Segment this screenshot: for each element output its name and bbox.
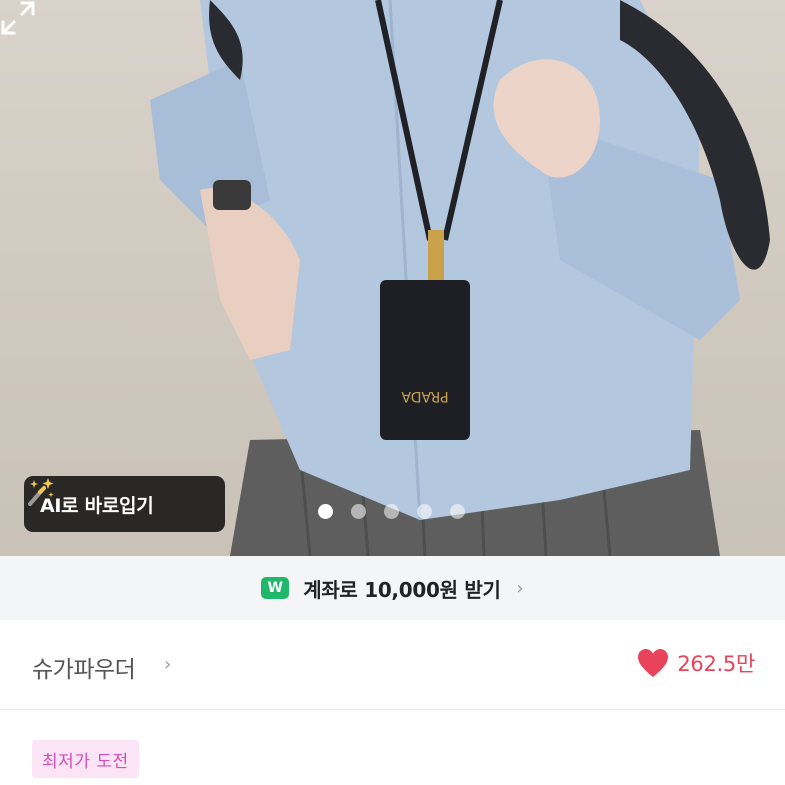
carousel-dot[interactable]: [450, 504, 465, 519]
lowest-price-chip: 최저가 도전: [32, 740, 139, 778]
chevron-right-icon[interactable]: ›: [164, 654, 171, 675]
seller-row: 슈가파우더 › 262.5만: [0, 620, 785, 710]
account-reward-text: 계좌로 10,000원 받기: [303, 577, 501, 602]
product-photo[interactable]: PRADA AI로 바로입기: [0, 0, 785, 556]
svg-text:PRADA: PRADA: [401, 388, 449, 404]
pay-badge-icon: W: [261, 577, 290, 599]
chevron-right-icon: ›: [516, 577, 524, 599]
carousel-dot[interactable]: [318, 504, 333, 519]
ai-try-on-button[interactable]: AI로 바로입기: [24, 476, 225, 532]
like-count: 262.5만: [677, 652, 755, 676]
like-button[interactable]: 262.5만: [637, 648, 755, 678]
model-illustration: PRADA: [150, 0, 770, 556]
account-reward-banner[interactable]: W 계좌로 10,000원 받기 ›: [0, 556, 785, 620]
ai-try-on-label: AI로 바로입기: [40, 494, 154, 517]
product-page: PRADA AI로 바로입기 W 계좌로 10,000원 받기 › 슈가파우더 …: [0, 0, 785, 785]
expand-icon[interactable]: [0, 0, 36, 36]
sparkle-wand-icon: [28, 478, 54, 506]
carousel-indicator: [318, 504, 465, 519]
carousel-dot[interactable]: [351, 504, 366, 519]
heart-icon: [638, 649, 669, 677]
seller-name[interactable]: 슈가파우더: [32, 650, 136, 684]
carousel-dot[interactable]: [384, 504, 399, 519]
carousel-dot[interactable]: [417, 504, 432, 519]
